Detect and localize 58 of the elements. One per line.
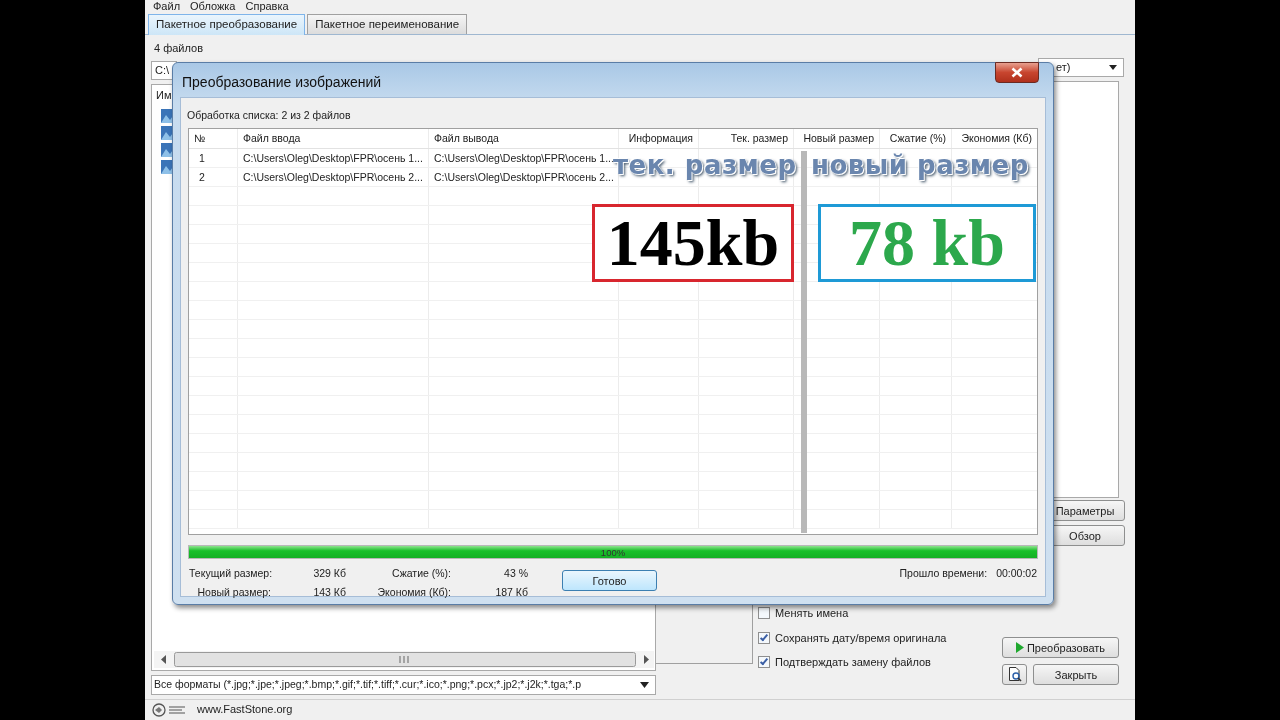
checkbox-label[interactable]: Подтверждать замену файлов [775, 654, 931, 671]
convert-button[interactable]: Преобразовать [1002, 637, 1119, 658]
column-header[interactable]: Файл ввода [238, 129, 429, 148]
scroll-thumb[interactable] [174, 652, 636, 667]
column-header[interactable]: Тек. размер [699, 129, 794, 148]
table-cell: C:\Users\Oleg\Desktop\FPR\осень 2... [238, 168, 429, 186]
file-count: 4 файлов [154, 41, 203, 55]
menu-item[interactable]: Справка [245, 0, 289, 13]
horizontal-scrollbar[interactable] [154, 651, 654, 668]
checkbox-label[interactable]: Менять имена [775, 605, 849, 622]
done-button[interactable]: Готово [562, 570, 657, 591]
tab[interactable]: Пакетное переименование [307, 14, 468, 34]
preview-button[interactable] [1002, 664, 1027, 685]
table-cell: 1 [189, 149, 238, 167]
document-search-icon [1007, 667, 1022, 682]
table-cell: C:\Users\Oleg\Desktop\FPR\осень 1... [238, 149, 429, 167]
column-header[interactable]: № [189, 129, 238, 148]
column-header[interactable]: Экономия (Кб) [952, 129, 1037, 148]
scroll-left-icon[interactable] [160, 655, 168, 664]
size-callout-text: 145kb [606, 208, 780, 278]
stat-value: 187 Кб [495, 584, 528, 600]
close-icon [1011, 67, 1023, 78]
stat-label: Текущий размер: [189, 566, 273, 581]
scroll-right-icon[interactable] [642, 655, 650, 664]
website-link[interactable]: www.FastStone.org [197, 701, 293, 718]
dialog-close-button[interactable] [995, 62, 1039, 83]
stat-label: Сжатие (%): [391, 566, 451, 581]
checkbox[interactable] [758, 607, 770, 620]
stat-value: 43 % [504, 566, 528, 581]
stat-label: Новый размер: [197, 584, 271, 600]
column-header[interactable]: Им [156, 86, 176, 104]
tab[interactable]: Пакетное преобразование [148, 14, 306, 35]
menu-item[interactable]: Обложка [190, 0, 236, 13]
elapsed-label: Прошло времени: [899, 566, 988, 581]
checkbox[interactable] [758, 631, 770, 644]
format-filter-dropdown[interactable]: Все форматы (*.jpg;*.jpe;*.jpeg;*.bmp;*.gif;*.tif;*.tiff;*.cur;*.ico;*.png;*.pcx;*.jp2;*.j2k;*.tga;*.p [151, 675, 656, 695]
dropdown-arrow-icon [640, 682, 649, 688]
table-cell: 2 [189, 168, 238, 186]
stat-value: 143 Кб [313, 584, 346, 600]
checkbox-label[interactable]: Сохранять дату/время оригинала [775, 629, 947, 646]
stat-value: 329 Кб [313, 566, 346, 581]
menu-item[interactable]: Файл [153, 0, 181, 13]
app-logo-icon [151, 702, 187, 717]
elapsed-value: 00:00:02 [996, 566, 1037, 581]
play-icon [1015, 642, 1024, 653]
checkbox[interactable] [758, 656, 770, 669]
column-header[interactable]: Информация [619, 129, 699, 148]
dropdown-arrow-icon [1109, 65, 1117, 70]
column-header[interactable]: Сжатие (%) [880, 129, 952, 148]
caption-text: новый размер [811, 149, 1029, 181]
status-text: Обработка списка: 2 из 2 файлов [187, 108, 351, 123]
progress-label: 100% [599, 546, 627, 559]
column-header[interactable]: Новый размер [794, 129, 880, 148]
stat-label: Экономия (Кб): [377, 584, 451, 600]
column-header[interactable]: Файл вывода [429, 129, 619, 148]
size-callout-text: 78 kb [849, 208, 1005, 278]
dialog-title: Преобразование изображений [182, 73, 382, 92]
close-button[interactable]: Закрыть [1033, 664, 1119, 685]
